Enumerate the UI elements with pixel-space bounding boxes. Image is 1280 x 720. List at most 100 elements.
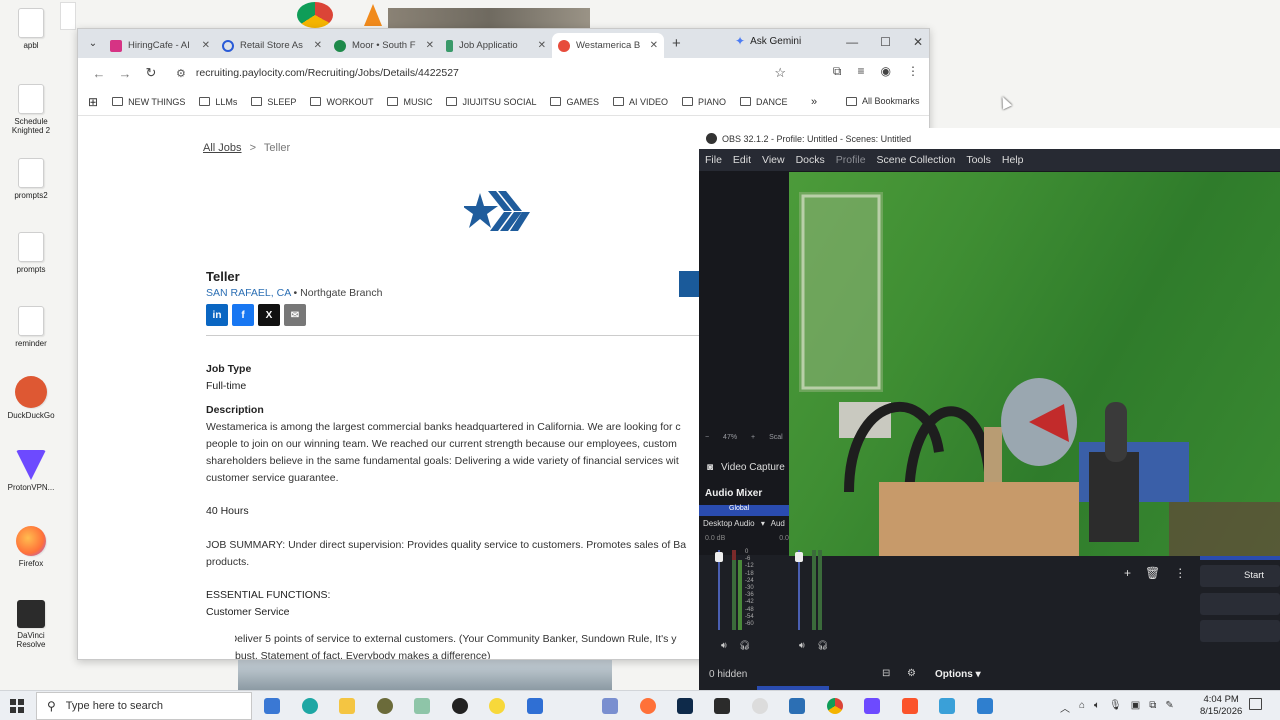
reload-icon[interactable]: ↻: [138, 65, 164, 81]
close-icon[interactable]: ✕: [538, 40, 546, 51]
x-icon[interactable]: X: [258, 304, 280, 326]
app-icon[interactable]: [789, 698, 805, 714]
email-icon[interactable]: ✉: [284, 304, 306, 326]
vlc-desktop-icon[interactable]: [364, 4, 382, 26]
firefox-icon[interactable]: [640, 698, 656, 714]
desktop-icon-prompts[interactable]: prompts: [0, 232, 62, 274]
close-icon[interactable]: ✕: [202, 40, 210, 51]
camera-preview[interactable]: [789, 172, 1280, 556]
document-icon[interactable]: [527, 698, 543, 714]
fader-knob[interactable]: [795, 552, 803, 562]
davinci-resolve-icon[interactable]: [714, 698, 730, 714]
zoom-in-icon[interactable]: +: [751, 434, 755, 441]
chrome-icon[interactable]: [827, 698, 843, 714]
apps-grid-icon[interactable]: ⊞: [88, 95, 98, 109]
task-view-icon[interactable]: [264, 698, 280, 714]
control-button[interactable]: [1200, 620, 1280, 642]
all-bookmarks-button[interactable]: All Bookmarks: [846, 96, 920, 106]
start-button[interactable]: [10, 699, 24, 713]
volume-icon[interactable]: 🔈︎: [1094, 700, 1100, 715]
desktop-icon-apbl[interactable]: apbl: [0, 8, 62, 50]
tab-westamerica[interactable]: Westamerica B ✕: [552, 33, 664, 58]
headphones-icon[interactable]: 🎧︎: [817, 640, 828, 651]
tray-app-icon[interactable]: ⧉: [1149, 700, 1156, 715]
chevron-up-icon[interactable]: ︿: [1060, 700, 1070, 715]
bookmark-folder[interactable]: MUSIC: [387, 97, 432, 107]
bookmark-folder[interactable]: JIUJITSU SOCIAL: [446, 97, 536, 107]
bookmark-folder[interactable]: GAMES: [550, 97, 599, 107]
menu-edit[interactable]: Edit: [733, 154, 751, 166]
network-icon[interactable]: ⌂: [1079, 700, 1085, 715]
lightbulb-icon[interactable]: [489, 698, 505, 714]
app-icon[interactable]: [977, 698, 993, 714]
bookmark-folder[interactable]: WORKOUT: [310, 97, 373, 107]
brave-icon[interactable]: [902, 698, 918, 714]
protonvpn-icon[interactable]: [864, 698, 880, 714]
bookmark-folder[interactable]: LLMs: [199, 97, 237, 107]
tab-retail-store[interactable]: Retail Store As ✕: [216, 33, 328, 58]
app-icon[interactable]: [939, 698, 955, 714]
bookmark-folder[interactable]: AI VIDEO: [612, 97, 668, 107]
desktop-icon-firefox[interactable]: Firefox: [0, 526, 62, 568]
source-video-capture[interactable]: ◙ Video Capture: [699, 458, 789, 476]
edge-icon[interactable]: [302, 698, 318, 714]
volume-fader-desktop[interactable]: [718, 550, 720, 630]
close-icon[interactable]: ✕: [650, 40, 658, 51]
minimize-icon[interactable]: —: [846, 35, 858, 49]
bookmark-folder[interactable]: SLEEP: [251, 97, 296, 107]
tab-moor-south[interactable]: Moor • South F ✕: [328, 33, 440, 58]
new-tab-button[interactable]: +: [672, 35, 681, 52]
volume-fader-aux[interactable]: [798, 550, 800, 630]
ask-gemini-button[interactable]: ✦ Ask Gemini: [735, 34, 801, 48]
trash-icon[interactable]: 🗑︎: [1145, 566, 1160, 580]
photoshop-icon[interactable]: [677, 698, 693, 714]
app-icon[interactable]: [752, 698, 768, 714]
app-icon[interactable]: [602, 698, 618, 714]
menu-help[interactable]: Help: [1002, 154, 1024, 166]
tab-job-application[interactable]: Job Applicatio ✕: [440, 33, 552, 58]
fader-knob[interactable]: [715, 552, 723, 562]
dropdown-arrow-icon[interactable]: ▾: [761, 519, 765, 528]
bookmark-folder[interactable]: PIANO: [682, 97, 726, 107]
back-icon[interactable]: ←: [86, 66, 112, 81]
facebook-icon[interactable]: f: [232, 304, 254, 326]
control-button[interactable]: [1200, 593, 1280, 615]
menu-dots-icon[interactable]: ⋮: [907, 64, 919, 79]
mixer-tab-global[interactable]: Global: [699, 505, 789, 516]
pen-icon[interactable]: ✎: [1165, 700, 1173, 715]
zoom-out-icon[interactable]: −: [705, 434, 709, 441]
clock[interactable]: 4:04 PM 8/15/2026: [1200, 694, 1242, 718]
menu-file[interactable]: File: [705, 154, 722, 166]
tab-search-button[interactable]: ⌄: [82, 33, 104, 55]
more-icon[interactable]: ⋮: [1174, 566, 1186, 580]
desktop-icon-davinci[interactable]: DaVinci Resolve: [0, 600, 62, 649]
bookmarks-overflow-icon[interactable]: »: [811, 96, 817, 108]
desktop-icon-prompts2[interactable]: prompts2: [0, 158, 62, 200]
bookmark-folder[interactable]: NEW THINGS: [112, 97, 185, 107]
desktop-icon-protonvpn[interactable]: ProtonVPN...: [0, 450, 62, 492]
tray-app-icon[interactable]: ▣: [1131, 700, 1140, 715]
file-explorer-icon[interactable]: [339, 698, 355, 714]
maximize-icon[interactable]: ☐: [880, 35, 891, 49]
linkedin-icon[interactable]: in: [206, 304, 228, 326]
layout-icon[interactable]: ⊟: [882, 668, 890, 679]
mute-speaker-icon[interactable]: 🔊︎: [721, 640, 727, 651]
headphones-icon[interactable]: 🎧︎: [739, 640, 750, 651]
notification-icon[interactable]: [1249, 698, 1262, 710]
reading-list-icon[interactable]: ≡: [858, 64, 865, 79]
bookmark-star-icon[interactable]: ☆: [774, 65, 786, 81]
menu-view[interactable]: View: [762, 154, 785, 166]
all-jobs-link[interactable]: All Jobs: [203, 142, 242, 154]
close-window-icon[interactable]: ✕: [913, 35, 923, 49]
close-icon[interactable]: ✕: [314, 40, 322, 51]
menu-profile[interactable]: Profile: [836, 154, 866, 166]
start-button[interactable]: Start: [1200, 565, 1280, 587]
desktop-icon-reminder[interactable]: reminder: [0, 306, 62, 348]
add-icon[interactable]: +: [1124, 566, 1131, 580]
site-info-icon[interactable]: ⚙: [176, 67, 186, 80]
close-icon[interactable]: ✕: [426, 40, 434, 51]
advanced-settings-icon[interactable]: ⚙: [907, 668, 916, 679]
taskbar-search[interactable]: ⚲ Type here to search: [36, 692, 252, 720]
profile-icon[interactable]: ◉: [881, 64, 891, 79]
mute-speaker-icon[interactable]: 🔊︎: [799, 640, 805, 651]
